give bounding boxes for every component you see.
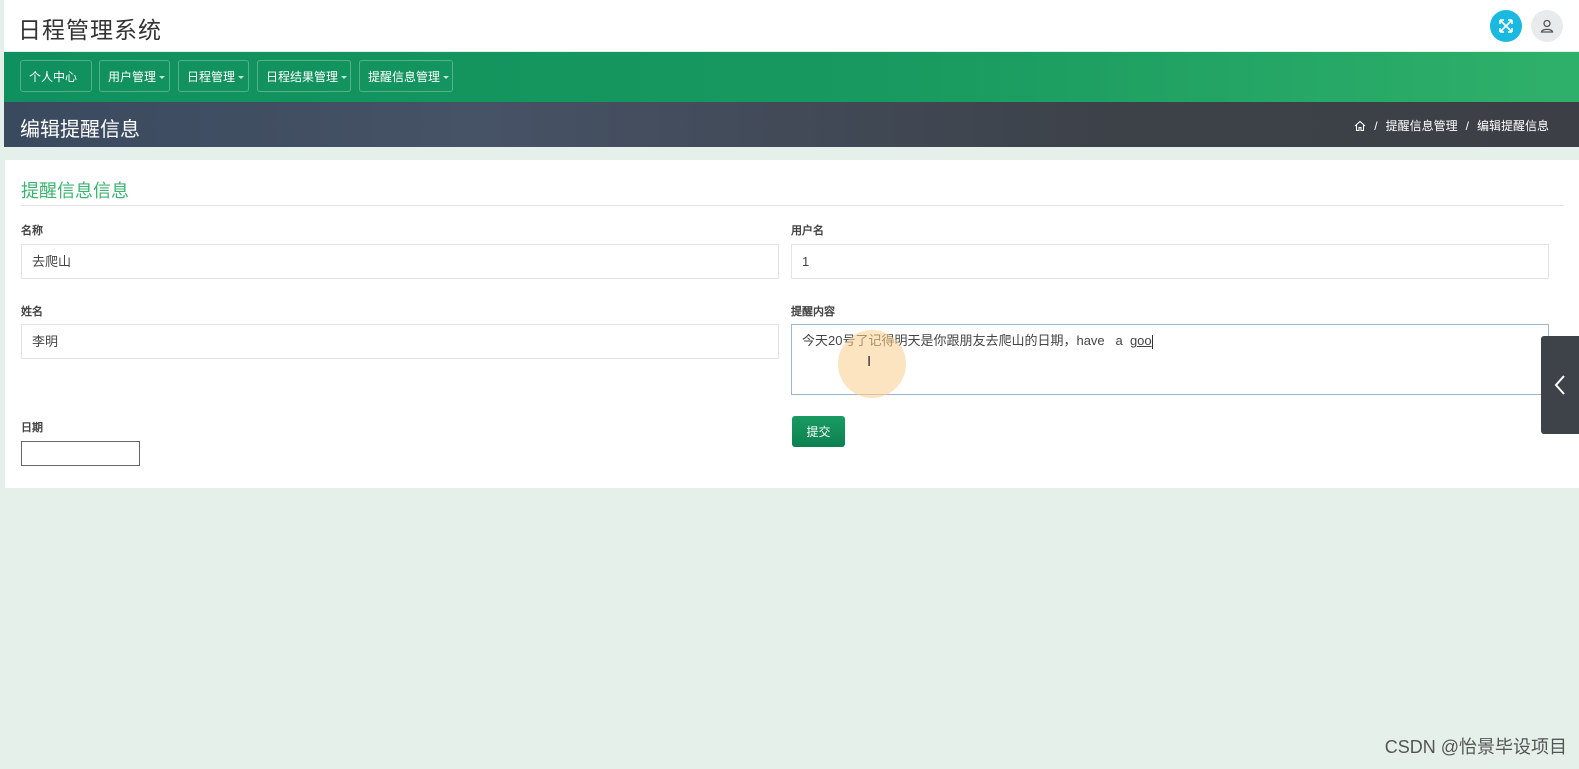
breadcrumb-separator: /: [1465, 118, 1469, 133]
divider: [21, 205, 1564, 206]
nav-item-schedule-result-management[interactable]: 日程结果管理: [257, 60, 351, 92]
text-cursor: [1151, 334, 1153, 349]
content-label: 提醒内容: [791, 306, 835, 318]
breadcrumb-item-reminder-management[interactable]: 提醒信息管理: [1386, 117, 1458, 134]
name-input[interactable]: 去爬山: [21, 244, 779, 279]
user-icon: [1540, 19, 1554, 33]
click-highlight: [838, 330, 906, 398]
caret-down-icon: [443, 76, 450, 80]
nav-item-label: 提醒信息管理: [368, 70, 441, 84]
chevron-left-icon: [1554, 375, 1565, 395]
caret-down-icon: [159, 76, 166, 80]
watermark: CSDN @怡景毕设项目: [1384, 737, 1567, 757]
submit-button[interactable]: 提交: [792, 416, 845, 447]
username-input[interactable]: 1: [791, 244, 1549, 279]
nav-item-personal-center[interactable]: 个人中心: [20, 60, 92, 92]
text-cursor-icon: I: [867, 353, 872, 370]
main-nav: 个人中心 用户管理 日程管理 日程结果管理 提醒信息管理: [4, 52, 1579, 102]
content-composing-text: goo: [1129, 333, 1152, 348]
date-label: 日期: [21, 422, 43, 434]
breadcrumb-separator: /: [1374, 118, 1378, 133]
section-title: 提醒信息信息: [21, 181, 129, 201]
realname-label: 姓名: [21, 306, 43, 318]
nav-item-label: 日程结果管理: [266, 70, 339, 84]
name-label: 名称: [21, 225, 43, 237]
username-label: 用户名: [791, 225, 824, 237]
app-title: 日程管理系统: [18, 17, 162, 43]
date-input[interactable]: [21, 441, 140, 466]
form-card: 提醒信息信息 名称 去爬山 用户名 1 姓名 李明 提醒内容 今天20号了记得明…: [5, 160, 1579, 488]
side-panel-toggle[interactable]: [1541, 336, 1579, 434]
caret-down-icon: [341, 76, 348, 80]
nav-item-label: 日程管理: [187, 70, 236, 84]
home-icon[interactable]: [1354, 120, 1366, 132]
fullscreen-button[interactable]: [1490, 10, 1522, 42]
nav-item-reminder-management[interactable]: 提醒信息管理: [359, 60, 453, 92]
realname-input[interactable]: 李明: [21, 324, 779, 359]
top-bar: 日程管理系统: [4, 0, 1579, 51]
nav-item-user-management[interactable]: 用户管理: [99, 60, 170, 92]
expand-arrows-icon: [1499, 19, 1513, 33]
breadcrumb: / 提醒信息管理 / 编辑提醒信息: [1354, 117, 1549, 134]
nav-item-label: 个人中心: [29, 70, 78, 84]
page-title: 编辑提醒信息: [20, 119, 140, 141]
page-header: 编辑提醒信息 / 提醒信息管理 / 编辑提醒信息: [4, 102, 1579, 147]
nav-item-schedule-management[interactable]: 日程管理: [178, 60, 249, 92]
breadcrumb-item-current: 编辑提醒信息: [1476, 119, 1549, 133]
caret-down-icon: [238, 76, 245, 80]
user-menu-button[interactable]: [1531, 10, 1563, 42]
nav-item-label: 用户管理: [108, 70, 157, 84]
